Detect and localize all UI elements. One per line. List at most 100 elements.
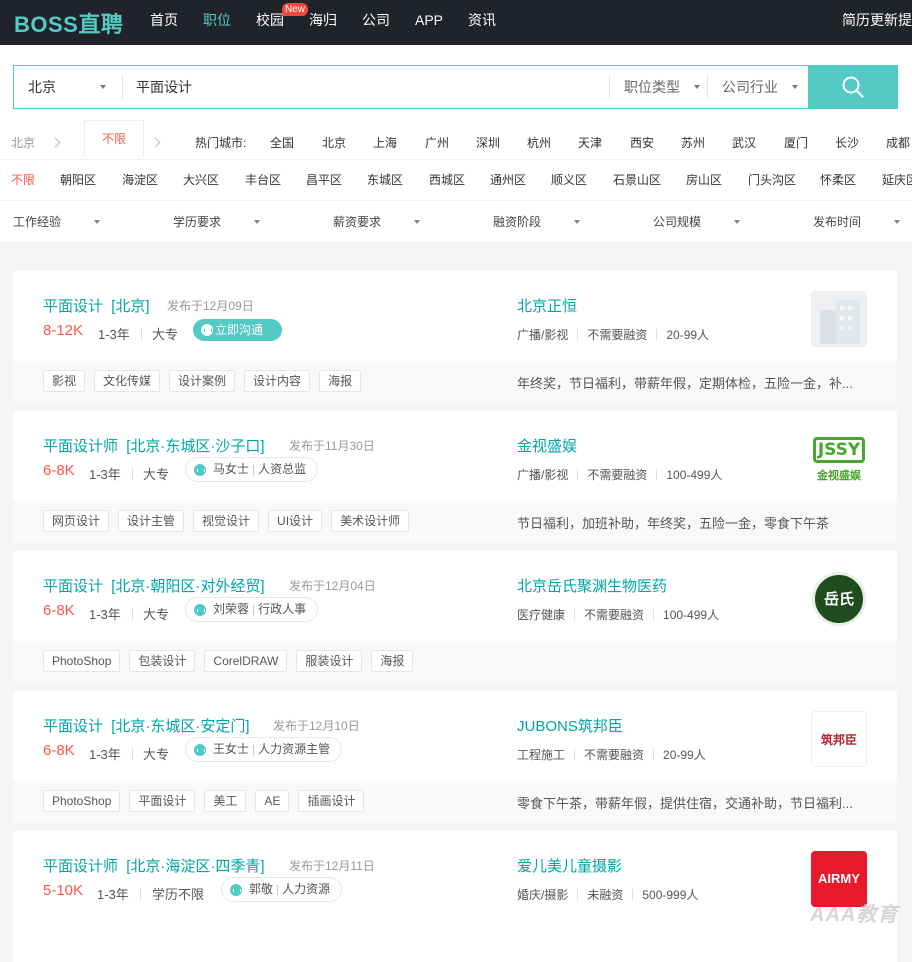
city-option[interactable]: 广州 — [425, 128, 449, 158]
separator: | — [252, 742, 256, 756]
filter-education[interactable]: 学历要求 — [173, 210, 221, 234]
recruiter-chip[interactable]: 马女士 | 人资总监 — [185, 457, 319, 482]
district-option[interactable]: 朝阳区 — [60, 168, 96, 192]
job-location: [北京·东城区·安定门] — [111, 718, 250, 735]
nav-campus[interactable]: 校园 New — [256, 0, 309, 45]
nav-overseas[interactable]: 海归 — [309, 0, 337, 45]
company-name[interactable]: 北京正恒 — [517, 295, 577, 316]
job-type-select[interactable]: 职位类型 — [624, 66, 700, 108]
city-option[interactable]: 北京 — [322, 128, 346, 158]
company-logo[interactable]: JSSY 金视盛娱 — [811, 431, 867, 487]
divider — [0, 200, 912, 201]
hot-cities-label: 热门城市: — [195, 136, 247, 150]
skill-tag: 影视 — [43, 370, 86, 392]
filter-funding[interactable]: 融资阶段 — [493, 210, 541, 234]
district-option[interactable]: 通州区 — [490, 168, 526, 192]
salary: 6-8K — [43, 602, 75, 619]
company-name[interactable]: 金视盛娱 — [517, 435, 577, 456]
search-bar: 北京 职位类型 公司行业 — [13, 65, 898, 109]
company-size: 20-99人 — [663, 748, 706, 762]
job-card[interactable]: 平面设计 [北京·东城区·安定门] 发布于12月10日 6-8K 1-3年 大专… — [13, 691, 897, 822]
education: 大专 — [152, 327, 179, 342]
education: 大专 — [143, 467, 170, 482]
skill-tag: CorelDRAW — [204, 650, 288, 672]
city-unlimited[interactable]: 不限 — [84, 120, 144, 157]
district-option[interactable]: 大兴区 — [183, 168, 219, 192]
job-title-link[interactable]: 平面设计师 [北京·东城区·沙子口] — [43, 435, 265, 456]
city-option[interactable]: 天津 — [578, 128, 602, 158]
district-option[interactable]: 西城区 — [429, 168, 465, 192]
job-card[interactable]: 平面设计师 [北京·海淀区·四季青] 发布于12月11日 5-10K 1-3年 … — [13, 831, 897, 962]
main-nav: 首页 职位 校园 New 海归 公司 APP 资讯 — [150, 0, 521, 45]
district-option[interactable]: 石景山区 — [613, 168, 661, 192]
recruiter-title: 人力资源主管 — [258, 742, 331, 756]
city-select[interactable]: 北京 — [14, 66, 122, 108]
search-button[interactable] — [808, 65, 898, 109]
welfare-text: 节日福利，加班补助，年终奖，五险一金，零食下午茶 — [517, 516, 830, 531]
job-title-link[interactable]: 平面设计 [北京·朝阳区·对外经贸] — [43, 575, 265, 596]
divider — [132, 748, 133, 760]
skill-tag: 文化传媒 — [94, 370, 161, 392]
filter-company-size[interactable]: 公司规模 — [653, 210, 701, 234]
company-industry: 医疗健康 — [517, 608, 566, 622]
job-title-link[interactable]: 平面设计师 [北京·海淀区·四季青] — [43, 855, 265, 876]
job-title: 平面设计 — [43, 578, 104, 595]
nav-company[interactable]: 公司 — [362, 0, 390, 45]
company-logo[interactable] — [811, 291, 867, 347]
company-name[interactable]: JUBONS筑邦臣 — [517, 715, 623, 736]
salary: 6-8K — [43, 462, 75, 479]
company-name[interactable]: 北京岳氏聚渊生物医药 — [517, 575, 667, 596]
job-title-link[interactable]: 平面设计 [北京·东城区·安定门] — [43, 715, 250, 736]
job-title-link[interactable]: 平面设计 [北京] — [43, 295, 150, 316]
filter-salary[interactable]: 薪资要求 — [333, 210, 381, 234]
job-location: [北京] — [111, 298, 150, 315]
district-option[interactable]: 丰台区 — [245, 168, 281, 192]
city-option[interactable]: 武汉 — [732, 128, 756, 158]
company-logo[interactable]: 筑邦臣 — [811, 711, 867, 767]
filter-experience[interactable]: 工作经验 — [13, 210, 61, 234]
district-option[interactable]: 延庆区 — [882, 168, 912, 192]
district-option[interactable]: 东城区 — [367, 168, 403, 192]
divider — [122, 75, 123, 99]
district-option[interactable]: 房山区 — [686, 168, 722, 192]
company-funding: 不需要融资 — [584, 748, 645, 762]
chat-now-button[interactable]: 立即沟通 — [193, 319, 282, 341]
city-option[interactable]: 杭州 — [527, 128, 551, 158]
resume-update-link[interactable]: 简历更新提 — [842, 0, 912, 41]
district-option[interactable]: 昌平区 — [306, 168, 342, 192]
job-card[interactable]: 平面设计 [北京] 发布于12月09日 8-12K 1-3年 大专 立即沟通 北… — [13, 271, 897, 402]
district-option[interactable]: 怀柔区 — [820, 168, 856, 192]
boss-logo[interactable]: BOSS直聘 — [14, 7, 123, 39]
recruiter-chip[interactable]: 郭敬 | 人力资源 — [221, 877, 343, 902]
company-logo[interactable]: 岳氏 — [811, 571, 867, 627]
industry-select[interactable]: 公司行业 — [722, 66, 798, 108]
skill-tag: 包装设计 — [129, 650, 196, 672]
nav-jobs[interactable]: 职位 — [203, 0, 231, 45]
city-option[interactable]: 成都 — [886, 128, 910, 158]
salary: 8-12K — [43, 322, 84, 339]
district-option[interactable]: 门头沟区 — [748, 168, 796, 192]
city-option[interactable]: 全国 — [270, 128, 294, 158]
city-option[interactable]: 苏州 — [681, 128, 705, 158]
search-input[interactable] — [136, 66, 606, 108]
district-option[interactable]: 顺义区 — [551, 168, 587, 192]
filter-publish-time[interactable]: 发布时间 — [813, 210, 861, 234]
recruiter-chip[interactable]: 刘荣蓉 | 行政人事 — [185, 597, 319, 622]
logo-mark: JSSY — [813, 437, 865, 463]
city-option[interactable]: 深圳 — [476, 128, 500, 158]
district-option[interactable]: 海淀区 — [122, 168, 158, 192]
company-name[interactable]: 爱儿美儿童摄影 — [517, 855, 622, 876]
city-option[interactable]: 西安 — [630, 128, 654, 158]
nav-app[interactable]: APP — [415, 0, 443, 45]
city-option[interactable]: 长沙 — [835, 128, 859, 158]
job-card[interactable]: 平面设计 [北京·朝阳区·对外经贸] 发布于12月04日 6-8K 1-3年 大… — [13, 551, 897, 682]
caret-down-icon — [734, 220, 740, 224]
experience: 1-3年 — [98, 327, 130, 342]
district-unlimited[interactable]: 不限 — [11, 168, 35, 192]
nav-news[interactable]: 资讯 — [468, 0, 496, 45]
job-card[interactable]: 平面设计师 [北京·东城区·沙子口] 发布于11月30日 6-8K 1-3年 大… — [13, 411, 897, 542]
city-option[interactable]: 上海 — [373, 128, 397, 158]
nav-home[interactable]: 首页 — [150, 0, 178, 45]
city-option[interactable]: 厦门 — [784, 128, 808, 158]
recruiter-chip[interactable]: 王女士 | 人力资源主管 — [185, 737, 343, 762]
